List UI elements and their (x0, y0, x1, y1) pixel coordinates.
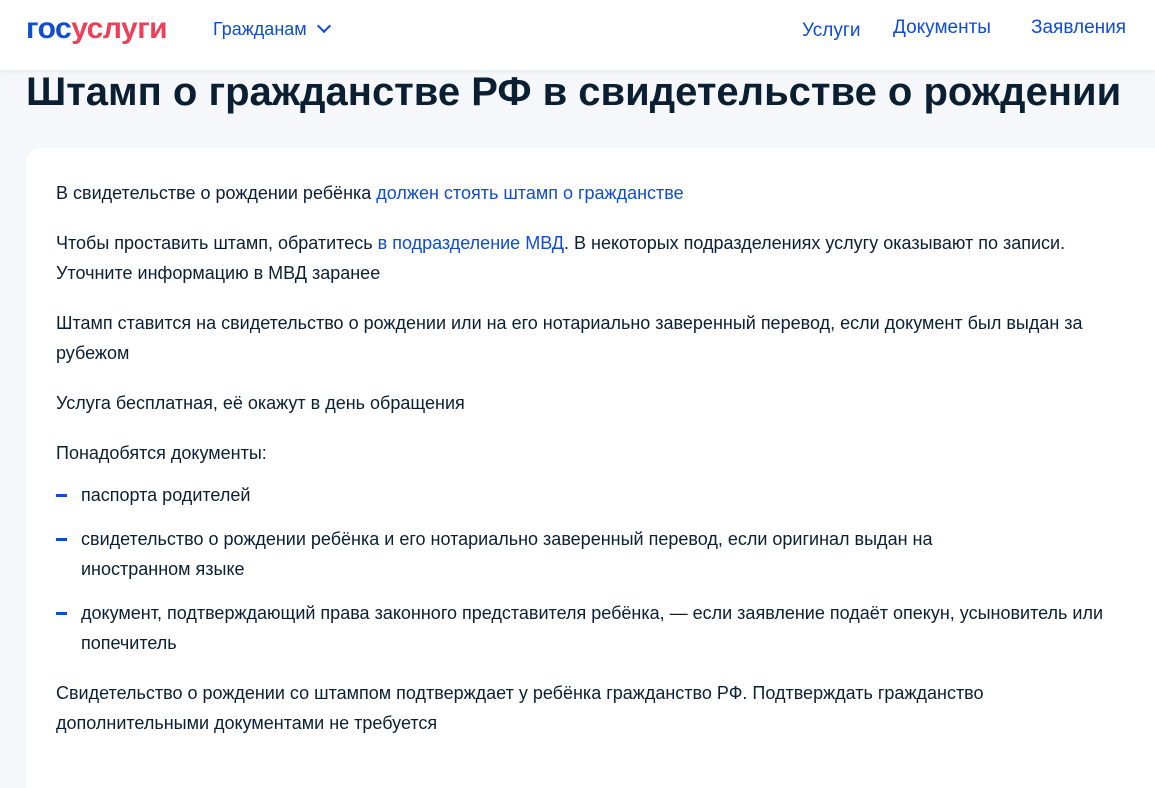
list-item-text: паспорта родителей (81, 485, 251, 505)
mvd-department-link[interactable]: в подразделение МВД (378, 233, 564, 253)
logo-part-gos: гос (26, 12, 72, 45)
paragraph-stamp-placement: Штамп ставится на свидетельство о рожден… (56, 313, 1083, 363)
chevron-down-icon (316, 18, 331, 34)
paragraph-text: В свидетельстве о рождении ребёнка (56, 183, 377, 203)
paragraph-how-to: Чтобы проставить штамп, обратитесь в под… (56, 228, 1116, 288)
nav-services-link[interactable]: Услуги (802, 19, 860, 43)
audience-dropdown[interactable]: Гражданам (213, 17, 331, 41)
page-title: Штамп о гражданстве РФ в свидетельстве о… (26, 70, 1122, 114)
stamp-required-link[interactable]: должен стоять штамп о гражданстве (376, 183, 683, 203)
list-item: паспорта родителей (56, 480, 1116, 510)
paragraph-stamp-required: В свидетельстве о рождении ребёнка долже… (56, 178, 1116, 208)
dash-bullet-icon (56, 612, 67, 615)
content-body: В свидетельстве о рождении ребёнка долже… (56, 178, 1116, 758)
paragraph-citizenship-confirmed: Свидетельство о рождении со штампом подт… (56, 683, 984, 733)
documents-list: паспорта родителей свидетельство о рожде… (56, 480, 1116, 658)
gosuslugi-logo[interactable]: госуслуги (26, 11, 168, 47)
list-item-text: документ, подтверждающий права законного… (81, 603, 1104, 653)
paragraph-free-service: Услуга бесплатная, её окажут в день обра… (56, 393, 465, 413)
nav-applications-link[interactable]: Заявления (1031, 16, 1126, 40)
nav-documents-link[interactable]: Документы (893, 16, 991, 40)
list-item: свидетельство о рождении ребёнка и его н… (56, 524, 1011, 584)
site-header: госуслуги Гражданам Услуги Документы Зая… (0, 0, 1155, 70)
content-card: В свидетельстве о рождении ребёнка долже… (26, 148, 1155, 788)
logo-part-uslugi: услуги (71, 12, 168, 45)
dash-bullet-icon (56, 538, 67, 541)
list-item: документ, подтверждающий права законного… (56, 598, 1116, 658)
paragraph-text: Чтобы проставить штамп, обратитесь (56, 233, 378, 253)
dash-bullet-icon (56, 494, 67, 497)
audience-dropdown-label: Гражданам (213, 19, 307, 39)
list-item-text: свидетельство о рождении ребёнка и его н… (81, 529, 933, 579)
documents-heading: Понадобятся документы: (56, 443, 267, 463)
